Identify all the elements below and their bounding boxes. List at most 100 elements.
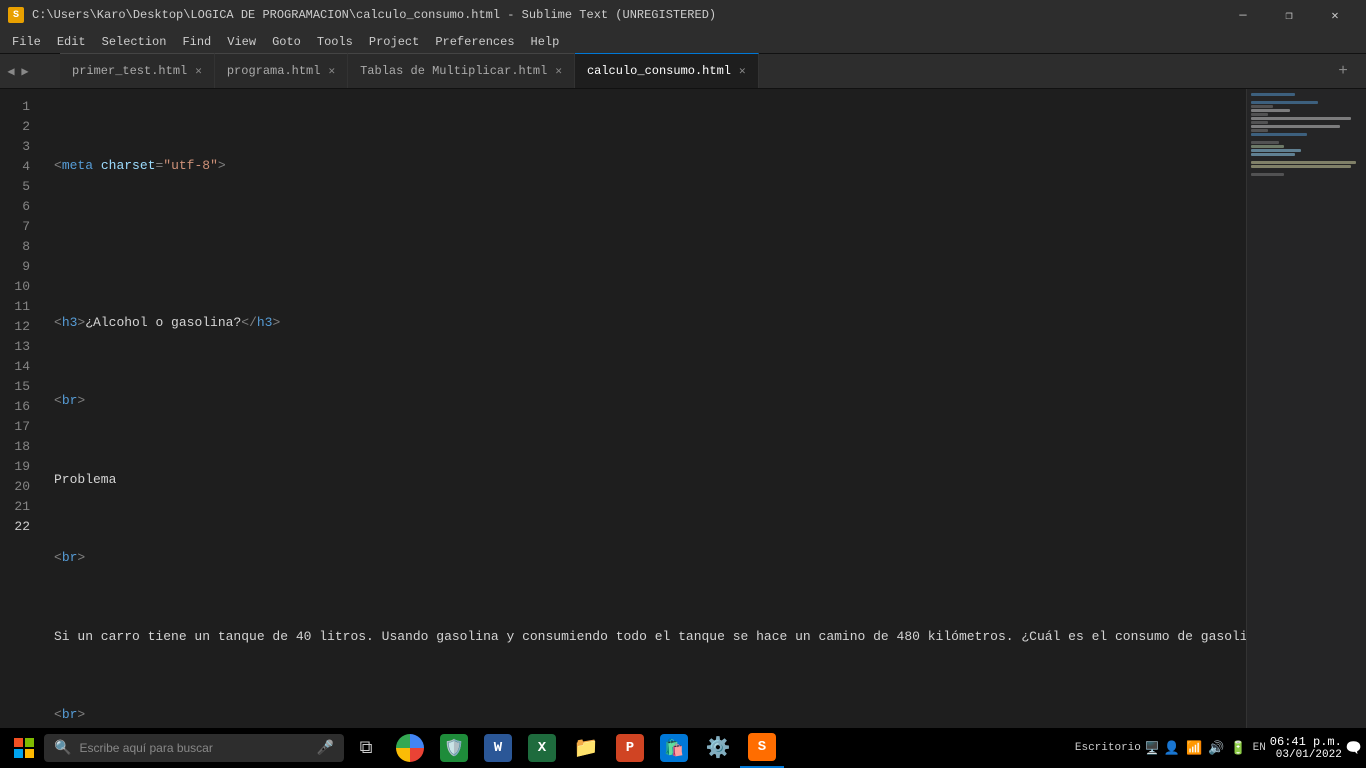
line-num-4: 4 — [8, 157, 30, 177]
line-num-2: 2 — [8, 117, 30, 137]
menu-project[interactable]: Project — [361, 30, 427, 54]
menu-help[interactable]: Help — [523, 30, 568, 54]
start-button[interactable] — [4, 728, 44, 768]
tab-label: calculo_consumo.html — [587, 64, 731, 78]
line-num-8: 8 — [8, 237, 30, 257]
battery-icon[interactable]: 🔋 — [1230, 741, 1246, 756]
code-line-8: <br> — [54, 705, 1246, 725]
desktop-icon: 🖥️ — [1145, 741, 1160, 756]
volume-icon[interactable]: 🔊 — [1208, 741, 1224, 756]
code-line-5: Problema — [54, 470, 1246, 490]
powerpoint-icon: P — [616, 734, 644, 762]
tab-label: programa.html — [227, 64, 321, 78]
search-bar[interactable]: 🔍 🎤 — [44, 734, 344, 762]
taskbar-app-sublime[interactable]: S — [740, 728, 784, 768]
taskbar: 🔍 🎤 ⧉ 🛡️ W X 📁 P 🛍️ ⚙️ S Escritorio 🖥️ 👤 — [0, 728, 1366, 768]
line-num-18: 18 — [8, 437, 30, 457]
window-title: C:\Users\Karo\Desktop\LOGICA DE PROGRAMA… — [32, 8, 716, 22]
line-num-22: 22 — [8, 517, 30, 537]
line-num-7: 7 — [8, 217, 30, 237]
chrome-icon — [396, 734, 424, 762]
taskbar-right: Escritorio 🖥️ 👤 📶 🔊 🔋 EN 06:41 p.m. 03/0… — [1075, 735, 1362, 761]
line-num-13: 13 — [8, 337, 30, 357]
line-num-10: 10 — [8, 277, 30, 297]
clock[interactable]: 06:41 p.m. 03/01/2022 — [1270, 735, 1342, 761]
close-button[interactable]: ✕ — [1312, 0, 1358, 30]
line-num-17: 17 — [8, 417, 30, 437]
people-icon[interactable]: 👤 — [1164, 741, 1180, 756]
taskbar-app-excel[interactable]: X — [520, 728, 564, 768]
taskbar-app-chrome[interactable] — [388, 728, 432, 768]
tab-programa[interactable]: programa.html ✕ — [215, 53, 348, 88]
minimize-button[interactable]: — — [1220, 0, 1266, 30]
minimap-content — [1247, 89, 1366, 185]
network-icon[interactable]: 📶 — [1186, 741, 1202, 756]
menu-view[interactable]: View — [219, 30, 264, 54]
tab-next-button[interactable]: ▶ — [18, 54, 32, 89]
desktop-label[interactable]: Escritorio — [1075, 742, 1141, 754]
store-icon: 🛍️ — [660, 734, 688, 762]
tab-calculo-consumo[interactable]: calculo_consumo.html ✕ — [575, 53, 759, 88]
line-num-15: 15 — [8, 377, 30, 397]
menubar: File Edit Selection Find View Goto Tools… — [0, 30, 1366, 54]
menu-find[interactable]: Find — [174, 30, 219, 54]
tab-primer-test[interactable]: primer_test.html ✕ — [60, 53, 215, 88]
line-num-5: 5 — [8, 177, 30, 197]
excel-icon: X — [528, 734, 556, 762]
taskbar-app-security[interactable]: 🛡️ — [432, 728, 476, 768]
clock-time: 06:41 p.m. — [1270, 735, 1342, 749]
menu-file[interactable]: File — [4, 30, 49, 54]
line-num-12: 12 — [8, 317, 30, 337]
line-numbers: 1 2 3 4 5 6 7 8 9 10 11 12 13 14 15 16 1… — [0, 89, 42, 738]
taskbar-app-settings[interactable]: ⚙️ — [696, 728, 740, 768]
editor: 1 2 3 4 5 6 7 8 9 10 11 12 13 14 15 16 1… — [0, 89, 1366, 738]
code-editor[interactable]: <meta charset="utf-8"> <h3>¿Alcohol o ga… — [42, 89, 1246, 738]
line-num-14: 14 — [8, 357, 30, 377]
tab-close-calculo[interactable]: ✕ — [739, 64, 746, 78]
line-num-9: 9 — [8, 257, 30, 277]
taskbar-app-powerpoint[interactable]: P — [608, 728, 652, 768]
maximize-button[interactable]: ❐ — [1266, 0, 1312, 30]
tab-prev-button[interactable]: ◀ — [4, 54, 18, 89]
new-tab-button[interactable]: + — [1328, 53, 1358, 88]
word-icon: W — [484, 734, 512, 762]
line-num-6: 6 — [8, 197, 30, 217]
menu-edit[interactable]: Edit — [49, 30, 94, 54]
tab-label: primer_test.html — [72, 64, 187, 78]
tab-navigation: ◀ ▶ — [4, 54, 32, 89]
tab-close-programa[interactable]: ✕ — [328, 64, 335, 78]
tabbar: ◀ ▶ primer_test.html ✕ programa.html ✕ T… — [0, 54, 1366, 89]
code-line-3: <h3>¿Alcohol o gasolina?</h3> — [54, 313, 1246, 333]
clock-date: 03/01/2022 — [1270, 749, 1342, 761]
line-num-11: 11 — [8, 297, 30, 317]
sublime-icon: S — [748, 733, 776, 761]
microphone-icon[interactable]: 🎤 — [317, 740, 334, 757]
app-icon: S — [8, 7, 24, 23]
code-line-7: Si un carro tiene un tanque de 40 litros… — [54, 627, 1246, 647]
keyboard-icon[interactable]: EN — [1253, 742, 1266, 754]
task-view-button[interactable]: ⧉ — [344, 728, 388, 768]
line-num-3: 3 — [8, 137, 30, 157]
settings-icon: ⚙️ — [704, 734, 732, 762]
line-num-1: 1 — [8, 97, 30, 117]
taskbar-app-files[interactable]: 📁 — [564, 728, 608, 768]
tab-tablas[interactable]: Tablas de Multiplicar.html ✕ — [348, 53, 575, 88]
tab-list: primer_test.html ✕ programa.html ✕ Tabla… — [30, 53, 1366, 88]
menu-goto[interactable]: Goto — [264, 30, 309, 54]
taskbar-app-word[interactable]: W — [476, 728, 520, 768]
titlebar-left: S C:\Users\Karo\Desktop\LOGICA DE PROGRA… — [8, 7, 716, 23]
menu-preferences[interactable]: Preferences — [427, 30, 522, 54]
search-icon: 🔍 — [54, 740, 71, 757]
minimap — [1246, 89, 1366, 738]
menu-tools[interactable]: Tools — [309, 30, 361, 54]
search-input[interactable] — [79, 741, 299, 755]
security-icon: 🛡️ — [440, 734, 468, 762]
titlebar: S C:\Users\Karo\Desktop\LOGICA DE PROGRA… — [0, 0, 1366, 30]
notification-icon[interactable]: 🗨️ — [1346, 741, 1362, 756]
system-icons: 👤 📶 🔊 🔋 EN — [1164, 741, 1266, 756]
tab-close-primer-test[interactable]: ✕ — [195, 64, 202, 78]
taskbar-app-unknown1[interactable]: 🛍️ — [652, 728, 696, 768]
line-num-16: 16 — [8, 397, 30, 417]
menu-selection[interactable]: Selection — [94, 30, 175, 54]
tab-close-tablas[interactable]: ✕ — [555, 64, 562, 78]
